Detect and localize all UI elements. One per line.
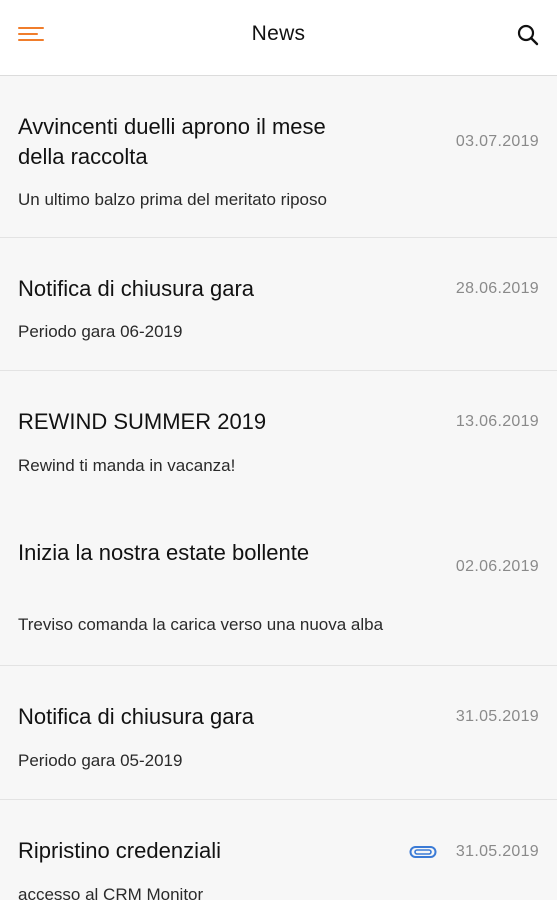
news-date: 03.07.2019 — [455, 133, 539, 150]
news-subtitle: Periodo gara 05-2019 — [18, 751, 183, 770]
news-date: 13.06.2019 — [455, 413, 539, 430]
news-item[interactable]: Notifica di chiusura gara 28.06.2019 Per… — [0, 238, 557, 371]
news-subtitle: accesso al CRM Monitor — [18, 885, 204, 900]
news-title: REWIND SUMMER 2019 — [18, 409, 267, 434]
news-item[interactable]: Inizia la nostra estate bollente 02.06.2… — [0, 502, 557, 666]
news-item[interactable]: Avvincenti duelli aprono il mese della r… — [0, 77, 557, 238]
news-item[interactable]: REWIND SUMMER 2019 13.06.2019 Rewind ti … — [0, 371, 557, 502]
news-title: Ripristino credenziali — [18, 838, 221, 863]
news-item[interactable]: Ripristino credenziali 31.05.2019 access… — [0, 800, 557, 900]
news-subtitle: Rewind ti manda in vacanza! — [18, 456, 236, 475]
news-title: Notifica di chiusura gara — [18, 704, 255, 729]
search-icon[interactable] — [513, 20, 543, 50]
news-date: 31.05.2019 — [455, 708, 539, 725]
paperclip-icon — [409, 845, 437, 859]
news-item[interactable]: Notifica di chiusura gara 31.05.2019 Per… — [0, 666, 557, 800]
news-date: 28.06.2019 — [455, 280, 539, 297]
news-list: Avvincenti duelli aprono il mese della r… — [0, 77, 557, 900]
news-title: Notifica di chiusura gara — [18, 276, 255, 301]
news-date: 31.05.2019 — [455, 843, 539, 860]
news-subtitle: Treviso comanda la carica verso una nuov… — [18, 615, 384, 634]
news-subtitle: Un ultimo balzo prima del meritato ripos… — [18, 190, 327, 209]
news-title: Avvincenti duelli aprono il mese della r… — [18, 114, 326, 169]
news-title: Inizia la nostra estate bollente — [18, 540, 310, 565]
news-date: 02.06.2019 — [455, 558, 539, 575]
page-title: News — [251, 22, 306, 45]
news-subtitle: Periodo gara 06-2019 — [18, 322, 183, 341]
app-header: News — [0, 0, 557, 76]
